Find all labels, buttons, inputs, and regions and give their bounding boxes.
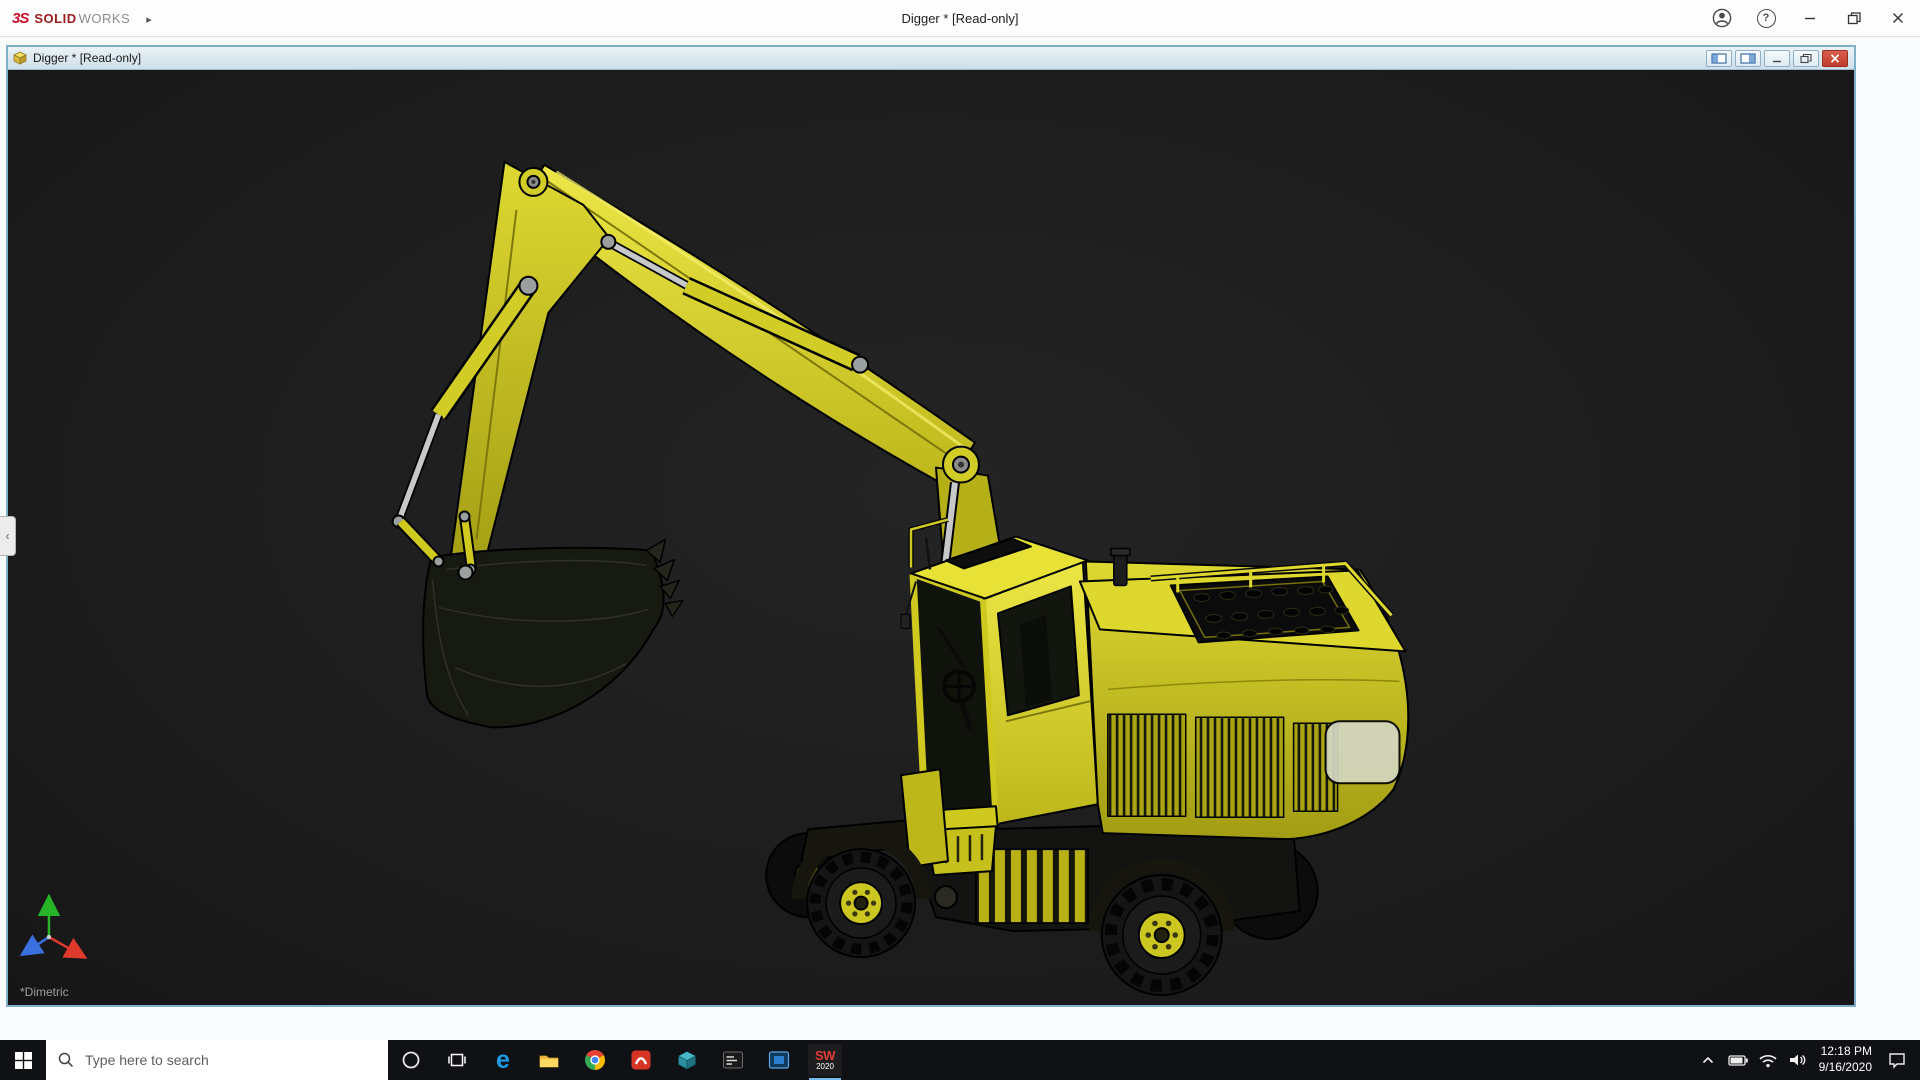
pane-left-icon: [1711, 53, 1727, 64]
task-view-icon: [447, 1050, 467, 1070]
solidworks-2020-button[interactable]: SW 2020: [802, 1040, 848, 1080]
search-input[interactable]: [83, 1051, 337, 1069]
edge-button[interactable]: e: [480, 1040, 526, 1080]
brand-text-solid: SOLID: [34, 11, 76, 26]
brand-text-works: WORKS: [79, 11, 131, 26]
doc-minimize-icon: [1770, 53, 1784, 64]
task-view-button[interactable]: [434, 1040, 480, 1080]
view-orientation-label: *Dimetric: [20, 985, 69, 999]
account-icon: [1712, 8, 1732, 28]
volume-button[interactable]: [1783, 1050, 1813, 1070]
solidworks-2020-icon: SW 2020: [808, 1044, 842, 1076]
doc-close-icon: [1828, 53, 1842, 64]
console-window-icon: [722, 1050, 744, 1070]
app-red-icon: [630, 1049, 652, 1071]
doc-pane-right-button[interactable]: [1735, 50, 1761, 67]
document-window-controls: [1706, 50, 1850, 67]
solidworks-app-button[interactable]: [664, 1040, 710, 1080]
taskbar-clock[interactable]: 12:18 PM 9/16/2020: [1813, 1044, 1882, 1075]
minimize-button[interactable]: [1788, 0, 1832, 36]
graphics-area[interactable]: *Dimetric: [8, 70, 1854, 1005]
model-wheel-front-left[interactable]: [807, 849, 915, 957]
minimize-icon: [1801, 9, 1819, 27]
solidworks-app-icon: [676, 1049, 698, 1071]
file-explorer-button[interactable]: [526, 1040, 572, 1080]
windows-logo-icon: [15, 1052, 32, 1069]
close-icon: [1889, 9, 1907, 27]
mdi-client-area: ‹ Digger * [Read-only]: [0, 36, 1920, 1040]
windows-taskbar: e: [0, 1040, 1920, 1080]
clock-date: 9/16/2020: [1819, 1060, 1872, 1076]
restore-icon: [1845, 9, 1863, 27]
document-titlebar: Digger * [Read-only]: [8, 47, 1854, 70]
edge-icon: e: [496, 1048, 510, 1073]
orientation-triad: [26, 901, 81, 955]
doc-close-button[interactable]: [1822, 50, 1848, 67]
help-button[interactable]: ?: [1744, 0, 1788, 36]
assembly-document-icon: [12, 50, 28, 66]
clock-time: 12:18 PM: [1819, 1044, 1872, 1060]
app-window-title: Digger * [Read-only]: [0, 11, 1920, 26]
app-blue-button[interactable]: [756, 1040, 802, 1080]
help-icon: ?: [1757, 9, 1776, 28]
action-center-button[interactable]: [1882, 1050, 1912, 1070]
model-wheel-front-right[interactable]: [1102, 875, 1222, 995]
chrome-button[interactable]: [572, 1040, 618, 1080]
menu-expand-arrow-icon[interactable]: ▸: [146, 13, 152, 26]
solidworks-logo-icon: 3S: [12, 10, 28, 27]
restore-button[interactable]: [1832, 0, 1876, 36]
start-button[interactable]: [0, 1040, 46, 1080]
network-button[interactable]: [1753, 1050, 1783, 1070]
battery-button[interactable]: [1723, 1050, 1753, 1070]
taskbar-search[interactable]: [46, 1040, 388, 1080]
app-titlebar: 3S SOLID WORKS ▸ Digger * [Read-only] ?: [0, 0, 1920, 37]
triad-z-axis: [26, 937, 49, 952]
tray-overflow-button[interactable]: [1693, 1051, 1723, 1069]
doc-restore-icon: [1799, 53, 1813, 64]
model-engine-housing[interactable]: [1080, 548, 1408, 839]
battery-icon: [1727, 1050, 1749, 1070]
console-window-button[interactable]: [710, 1040, 756, 1080]
featuremanager-collapsed-tab[interactable]: ‹: [0, 516, 16, 556]
solidworks-brand: 3S SOLID WORKS ▸: [0, 10, 152, 27]
cortana-button[interactable]: [388, 1040, 434, 1080]
document-title: Digger * [Read-only]: [33, 51, 141, 65]
pane-right-icon: [1740, 53, 1756, 64]
cortana-icon: [401, 1050, 421, 1070]
app-red-button[interactable]: [618, 1040, 664, 1080]
close-button[interactable]: [1876, 0, 1920, 36]
app-blue-icon: [768, 1050, 790, 1070]
screen: 3S SOLID WORKS ▸ Digger * [Read-only] ?: [0, 0, 1920, 1080]
file-explorer-icon: [538, 1050, 560, 1070]
window-controls: ?: [1700, 0, 1920, 36]
search-icon: [58, 1052, 74, 1068]
doc-restore-button[interactable]: [1793, 50, 1819, 67]
chevron-up-icon: [1699, 1051, 1717, 1069]
document-window: Digger * [Read-only]: [6, 45, 1856, 1007]
system-tray: 12:18 PM 9/16/2020: [1693, 1040, 1920, 1080]
wifi-icon: [1757, 1050, 1779, 1070]
featuremanager-expand-icon: ‹: [6, 529, 10, 543]
action-center-icon: [1887, 1050, 1907, 1070]
doc-pane-left-button[interactable]: [1706, 50, 1732, 67]
chrome-icon: [584, 1049, 606, 1071]
doc-minimize-button[interactable]: [1764, 50, 1790, 67]
triad-x-axis: [49, 937, 81, 955]
account-button[interactable]: [1700, 0, 1744, 36]
model-cab[interactable]: [901, 520, 1098, 876]
3d-model-digger[interactable]: [8, 70, 1854, 1005]
speaker-icon: [1787, 1050, 1809, 1070]
